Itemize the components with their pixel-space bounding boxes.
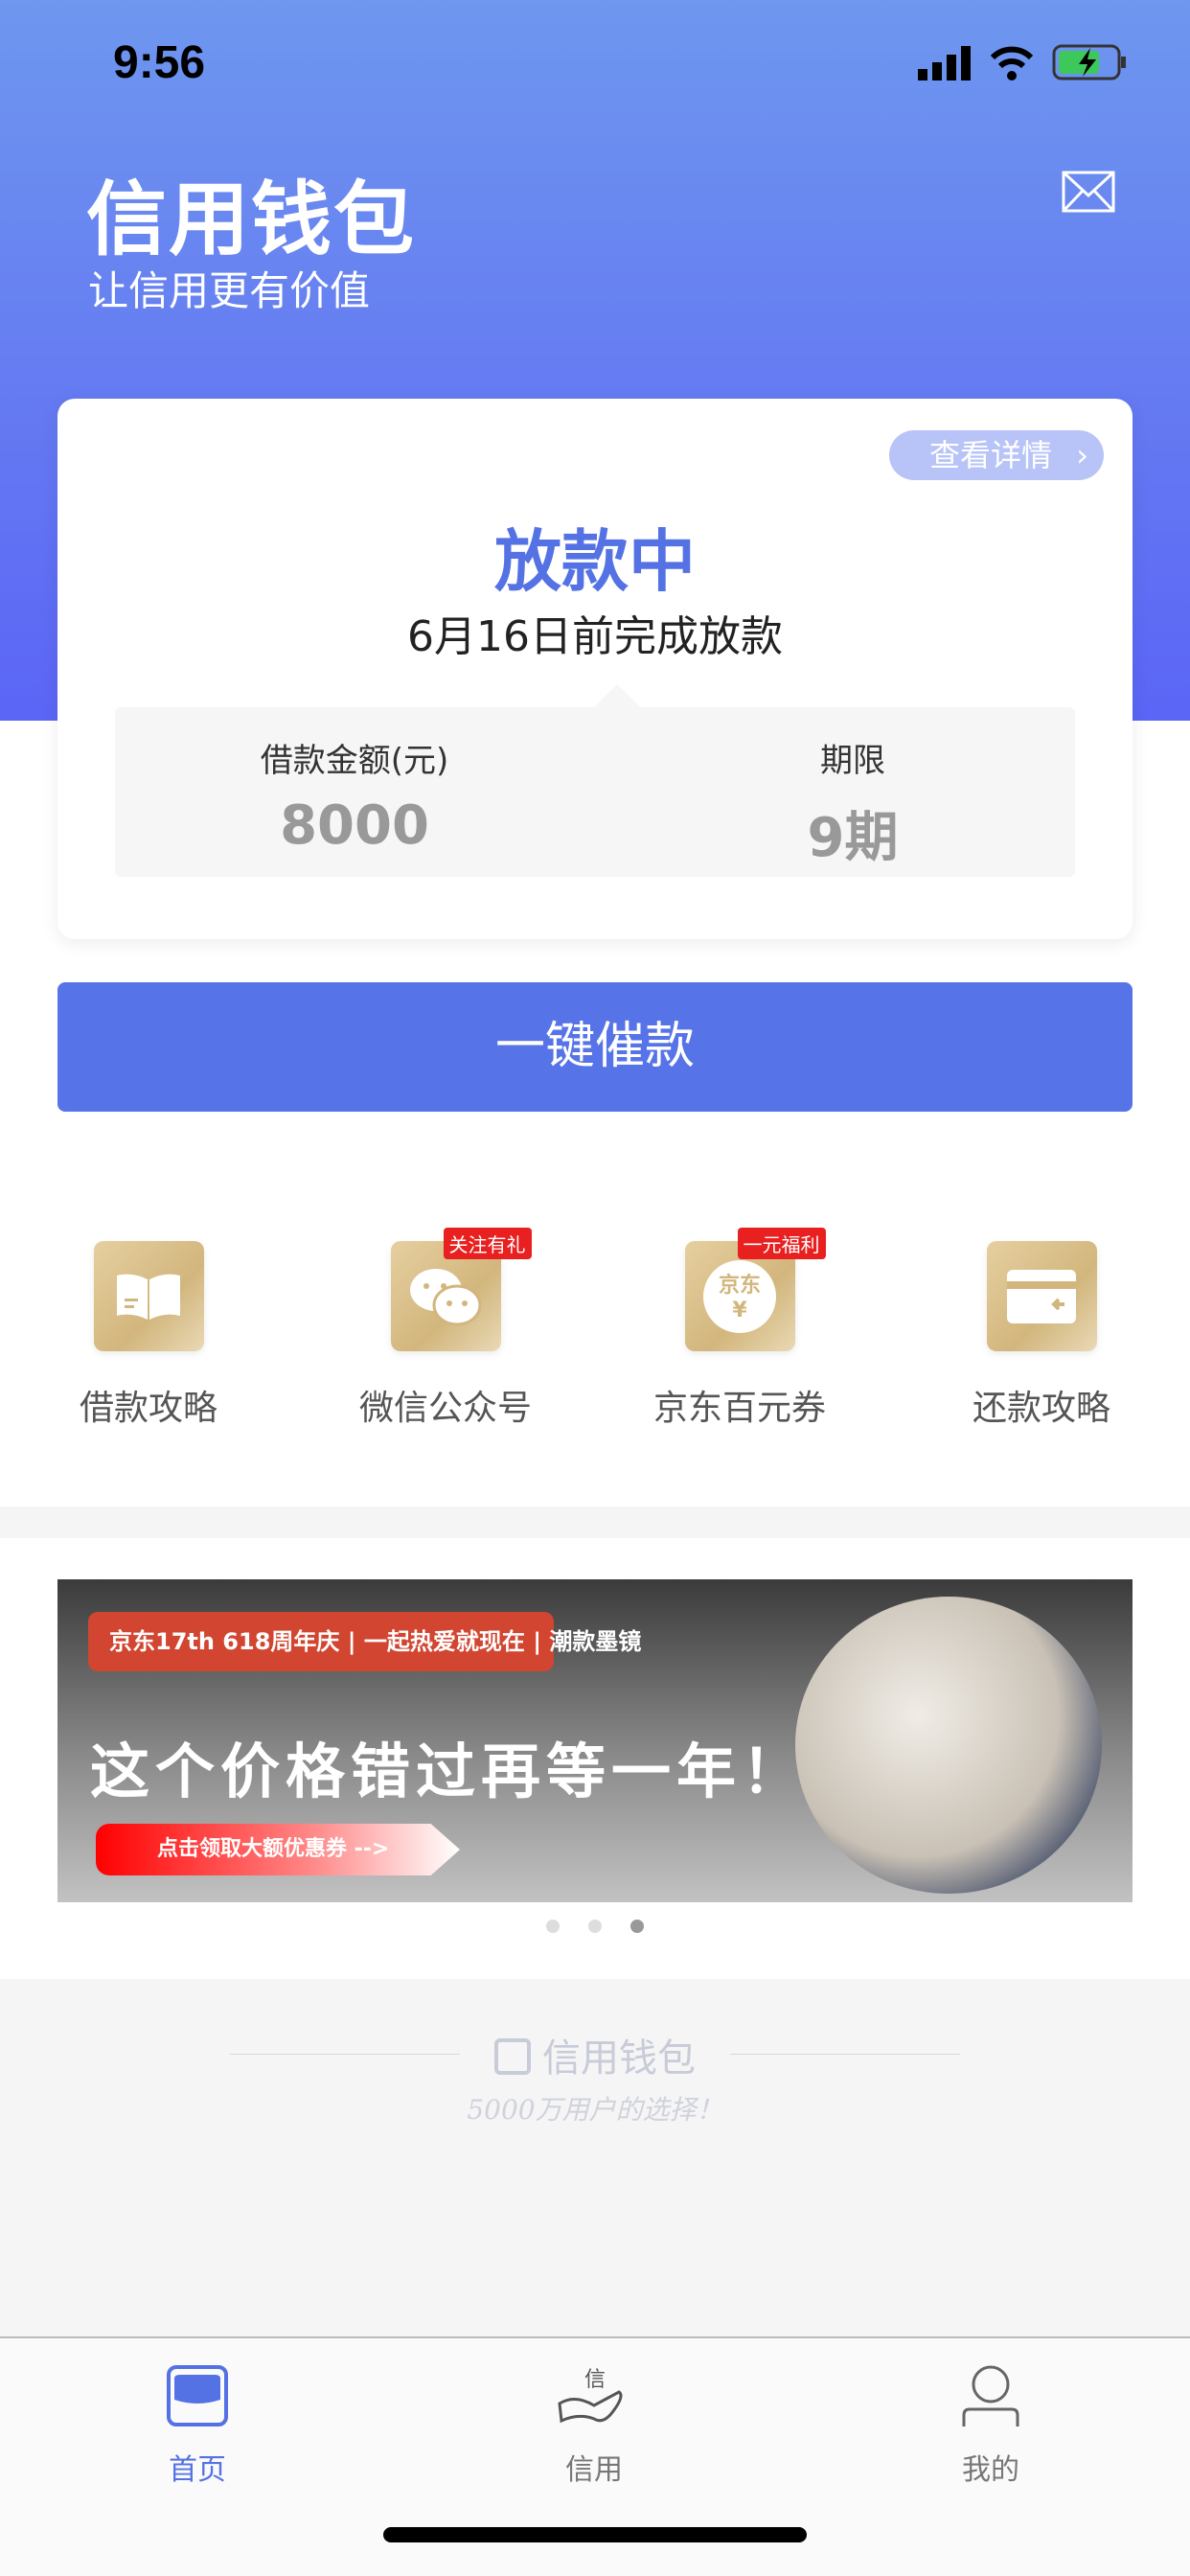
footer-slogan: 5000万用户的选择！ bbox=[467, 2094, 723, 2126]
jd-coin: 京东 ¥ bbox=[703, 1259, 776, 1333]
term-label: 期限 bbox=[820, 742, 885, 780]
entry-jd-coupon[interactable]: 京东 ¥ 一元福利 京东百元券 bbox=[615, 1228, 864, 1430]
app-subtitle: 让信用更有价值 bbox=[88, 267, 371, 314]
svg-text:信: 信 bbox=[584, 2368, 606, 2392]
tab-mine[interactable]: 我的 bbox=[895, 2365, 1087, 2488]
banner-cta[interactable]: 点击领取大额优惠券 --> bbox=[96, 1824, 460, 1875]
credit-hand-icon: 信 bbox=[558, 2368, 623, 2424]
entry-repay-guide[interactable]: 还款攻略 bbox=[917, 1241, 1166, 1430]
battery-charging-icon bbox=[1052, 44, 1126, 80]
footer-logo: 信用钱包 bbox=[0, 2027, 1190, 2082]
entry-wechat[interactable]: 关注有礼 微信公众号 bbox=[321, 1228, 570, 1430]
user-icon bbox=[962, 2365, 1019, 2426]
tab-label: 首页 bbox=[169, 2453, 226, 2487]
chevron-right-icon: › bbox=[1076, 437, 1088, 473]
entry-badge: 关注有礼 bbox=[443, 1228, 532, 1259]
loan-date-text: 6月16日前完成放款 bbox=[407, 612, 783, 661]
section-divider bbox=[0, 1506, 1190, 1538]
footer-logo-text: 信用钱包 bbox=[542, 2036, 696, 2081]
loan-summary: 借款金额(元) 8000 期限 9期 bbox=[115, 684, 1075, 877]
carousel-dots bbox=[0, 1920, 1190, 1933]
amount-column: 借款金额(元) 8000 bbox=[163, 734, 546, 857]
entry-label: 京东百元券 bbox=[652, 1389, 826, 1428]
term-value: 9期 bbox=[807, 807, 899, 869]
amount-label: 借款金额(元) bbox=[260, 742, 449, 780]
status-time: 9:56 bbox=[113, 37, 206, 88]
jd-coupon-icon: 京东 ¥ 一元福利 bbox=[684, 1228, 826, 1351]
term-column: 期限 9期 bbox=[661, 734, 1044, 872]
banner-slogan: 这个价格错过再等一年！ bbox=[90, 1736, 808, 1806]
tab-label: 信用 bbox=[565, 2453, 623, 2487]
book-icon bbox=[93, 1241, 204, 1351]
urge-loan-button[interactable]: 一键催款 bbox=[57, 982, 1133, 1112]
entry-label: 微信公众号 bbox=[358, 1389, 532, 1428]
status-icons bbox=[918, 44, 1127, 80]
jd-coin-text: 京东 bbox=[718, 1273, 761, 1298]
home-icon bbox=[167, 2365, 228, 2426]
entry-label: 借款攻略 bbox=[79, 1389, 217, 1428]
loan-status: 放款中 bbox=[494, 522, 696, 601]
entry-badge: 一元福利 bbox=[737, 1228, 826, 1259]
mail-icon[interactable] bbox=[1062, 171, 1115, 213]
view-details-button[interactable]: 查看详情 › bbox=[889, 430, 1104, 480]
wechat-icon: 关注有礼 bbox=[390, 1228, 532, 1351]
signal-icon bbox=[918, 46, 971, 80]
tab-credit[interactable]: 信 信用 bbox=[498, 2365, 690, 2488]
tab-home[interactable]: 首页 bbox=[102, 2365, 293, 2488]
promo-banner[interactable]: 京东17th 618周年庆 | 一起热爱就现在 | 潮款墨镜 这个价格错过再等一… bbox=[57, 1579, 1133, 1902]
app-title: 信用钱包 bbox=[86, 172, 417, 266]
entry-loan-guide[interactable]: 借款攻略 bbox=[24, 1241, 273, 1430]
tab-label: 我的 bbox=[962, 2453, 1019, 2487]
carousel-dot-active[interactable] bbox=[630, 1920, 644, 1933]
banner-photo bbox=[795, 1597, 1102, 1894]
wifi-icon bbox=[990, 46, 1034, 80]
amount-value: 8000 bbox=[280, 794, 429, 857]
home-indicator bbox=[383, 2527, 807, 2542]
view-details-label: 查看详情 bbox=[929, 437, 1053, 473]
carousel-dot[interactable] bbox=[588, 1920, 602, 1933]
carousel-dot[interactable] bbox=[546, 1920, 560, 1933]
wallet-icon bbox=[494, 2038, 531, 2075]
banner-top-text: 京东17th 618周年庆 | 一起热爱就现在 | 潮款墨镜 bbox=[88, 1612, 641, 1671]
card-icon bbox=[986, 1241, 1097, 1351]
entry-label: 还款攻略 bbox=[972, 1389, 1110, 1428]
